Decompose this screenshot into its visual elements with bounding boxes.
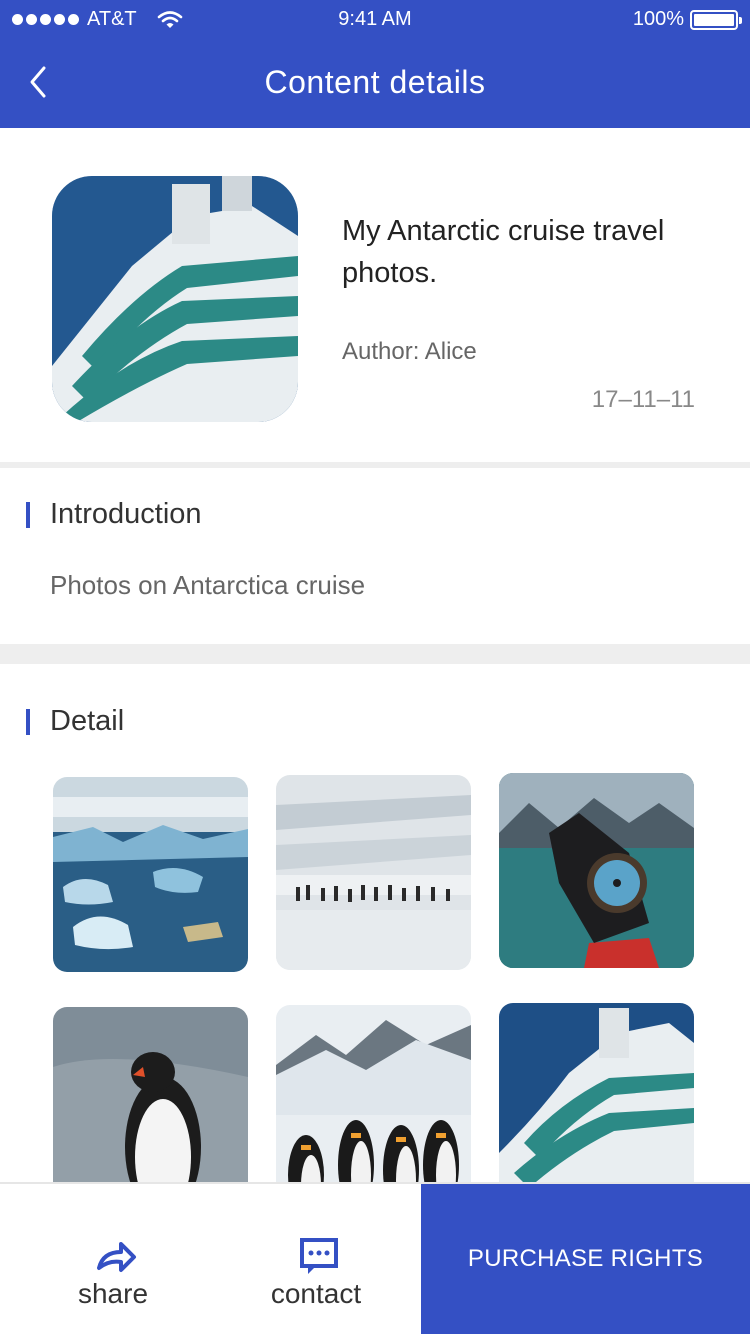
- content-summary: My Antarctic cruise travel photos. Autho…: [0, 128, 750, 462]
- app-header: AT&T 9:41 AM 100% Content details: [0, 0, 750, 128]
- section-accent-bar: [26, 708, 30, 735]
- status-right: 100%: [632, 8, 742, 31]
- author-label: Author: Alice: [342, 338, 477, 365]
- gentoo-penguin-photo[interactable]: [53, 1007, 248, 1202]
- contact-button[interactable]: contact: [216, 1184, 416, 1334]
- cover-image[interactable]: [52, 176, 298, 422]
- introduction-header: Introduction: [26, 498, 202, 531]
- glacier-ice-photo[interactable]: [53, 777, 248, 972]
- section-accent-bar: [26, 501, 30, 528]
- share-button[interactable]: share: [13, 1184, 213, 1334]
- status-bar: AT&T 9:41 AM 100%: [0, 0, 750, 40]
- share-icon: [97, 1242, 136, 1272]
- section-divider: [0, 462, 750, 468]
- king-penguins-photo[interactable]: [276, 1005, 471, 1200]
- content-title: My Antarctic cruise travel photos.: [342, 215, 665, 289]
- publish-date: 17–11–11: [591, 386, 695, 413]
- chat-icon: [300, 1238, 338, 1274]
- battery-icon: [690, 9, 742, 30]
- share-label: share: [77, 1278, 149, 1309]
- detail-heading: Detail: [50, 705, 125, 737]
- page-title: Content details: [264, 64, 486, 100]
- detail-header: Detail: [26, 705, 124, 738]
- contact-label: contact: [270, 1278, 362, 1309]
- introduction-heading: Introduction: [50, 498, 202, 530]
- purchase-rights-button[interactable]: PURCHASE RIGHTS: [421, 1184, 750, 1334]
- cruise-ship-photo[interactable]: [499, 1003, 694, 1198]
- section-divider: [0, 644, 750, 664]
- penguin-colony-photo[interactable]: [276, 775, 471, 970]
- compass-hand-photo[interactable]: [499, 773, 694, 968]
- introduction-text: Photos on Antarctica cruise: [50, 570, 366, 600]
- battery-percent: 100%: [632, 8, 684, 30]
